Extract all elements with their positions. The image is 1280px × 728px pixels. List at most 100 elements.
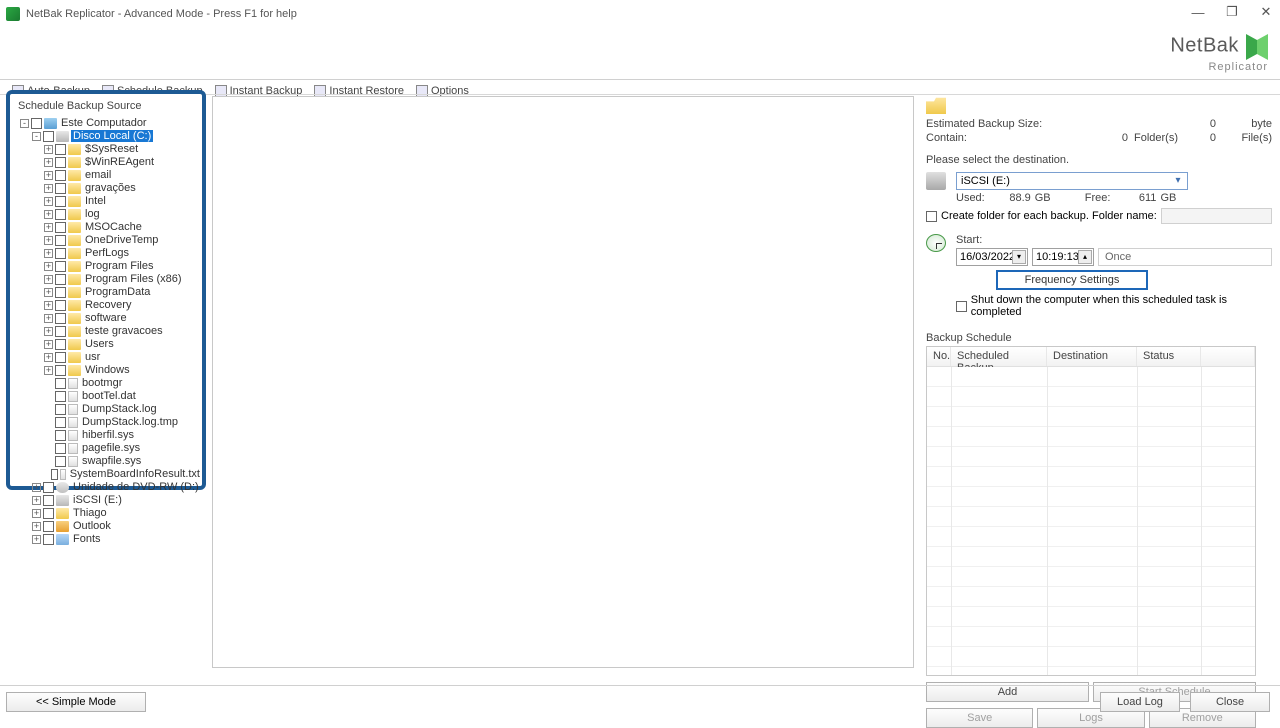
expand-icon[interactable]: +: [32, 496, 41, 505]
tree-checkbox[interactable]: [55, 157, 66, 168]
tree-row[interactable]: SystemBoardInfoResult.txt: [14, 467, 202, 481]
tree-row[interactable]: +teste gravacoes: [14, 324, 202, 338]
tree-row[interactable]: DumpStack.log: [14, 402, 202, 416]
calendar-icon[interactable]: ▾: [1012, 250, 1026, 264]
tree-row[interactable]: +Program Files (x86): [14, 272, 202, 286]
collapse-icon[interactable]: -: [20, 119, 29, 128]
destination-select[interactable]: iSCSI (E:) ▾: [956, 172, 1188, 190]
expand-icon[interactable]: +: [44, 171, 53, 180]
create-folder-checkbox[interactable]: [926, 211, 937, 222]
tree-checkbox[interactable]: [55, 274, 66, 285]
tree-row[interactable]: +Users: [14, 337, 202, 351]
tree-row[interactable]: hiberfil.sys: [14, 428, 202, 442]
tree-row[interactable]: +log: [14, 207, 202, 221]
tree-row[interactable]: +$SysReset: [14, 142, 202, 156]
tree-row[interactable]: +Unidade de DVD-RW (D:): [14, 480, 202, 494]
expand-icon[interactable]: +: [44, 327, 53, 336]
tree-row[interactable]: +email: [14, 168, 202, 182]
tree-checkbox[interactable]: [55, 261, 66, 272]
tree-row[interactable]: DumpStack.log.tmp: [14, 415, 202, 429]
expand-icon[interactable]: +: [44, 197, 53, 206]
tree-checkbox[interactable]: [55, 248, 66, 259]
expand-icon[interactable]: +: [32, 535, 41, 544]
tree-checkbox[interactable]: [55, 287, 66, 298]
expand-icon[interactable]: +: [32, 522, 41, 531]
load-log-button[interactable]: Load Log: [1100, 692, 1180, 712]
tree-checkbox[interactable]: [55, 365, 66, 376]
tree-checkbox[interactable]: [51, 469, 58, 480]
tree-row[interactable]: +Intel: [14, 194, 202, 208]
tree-checkbox[interactable]: [55, 456, 66, 467]
expand-icon[interactable]: +: [44, 158, 53, 167]
tree-row[interactable]: +Recovery: [14, 298, 202, 312]
tree-row[interactable]: +Thiago: [14, 506, 202, 520]
expand-icon[interactable]: +: [44, 275, 53, 284]
tree-checkbox[interactable]: [43, 534, 54, 545]
expand-icon[interactable]: +: [44, 340, 53, 349]
tree-row[interactable]: +MSOCache: [14, 220, 202, 234]
simple-mode-button[interactable]: << Simple Mode: [6, 692, 146, 712]
expand-icon[interactable]: +: [44, 353, 53, 362]
tree-checkbox[interactable]: [55, 144, 66, 155]
tree-checkbox[interactable]: [55, 170, 66, 181]
tree-checkbox[interactable]: [55, 183, 66, 194]
minimize-icon[interactable]: —: [1190, 4, 1206, 20]
tree-row[interactable]: +ProgramData: [14, 285, 202, 299]
tree-checkbox[interactable]: [55, 300, 66, 311]
tree-checkbox[interactable]: [55, 391, 66, 402]
expand-icon[interactable]: +: [44, 223, 53, 232]
folder-name-input[interactable]: [1161, 208, 1272, 224]
tree-checkbox[interactable]: [55, 326, 66, 337]
tree-checkbox[interactable]: [55, 196, 66, 207]
tree-checkbox[interactable]: [55, 352, 66, 363]
tree-row[interactable]: +iSCSI (E:): [14, 493, 202, 507]
tree-row[interactable]: +OneDriveTemp: [14, 233, 202, 247]
start-date-input[interactable]: 16/03/2022▾: [956, 248, 1028, 266]
tree-row[interactable]: bootTel.dat: [14, 389, 202, 403]
close-button[interactable]: Close: [1190, 692, 1270, 712]
expand-icon[interactable]: +: [44, 314, 53, 323]
tree-row[interactable]: +Program Files: [14, 259, 202, 273]
expand-icon[interactable]: +: [44, 210, 53, 219]
tree-checkbox[interactable]: [55, 404, 66, 415]
expand-icon[interactable]: +: [44, 236, 53, 245]
expand-icon[interactable]: +: [44, 145, 53, 154]
tree-row[interactable]: pagefile.sys: [14, 441, 202, 455]
tree-checkbox[interactable]: [43, 508, 54, 519]
tree-row[interactable]: +Outlook: [14, 519, 202, 533]
tree-checkbox[interactable]: [55, 313, 66, 324]
maximize-icon[interactable]: ❐: [1224, 4, 1240, 20]
tree-row[interactable]: +Windows: [14, 363, 202, 377]
spinner-icon[interactable]: ▴: [1078, 250, 1092, 264]
tree-row[interactable]: -Disco Local (C:): [14, 129, 202, 143]
expand-icon[interactable]: +: [44, 184, 53, 193]
tree-row[interactable]: -Este Computador: [14, 116, 202, 130]
tree-row[interactable]: +gravações: [14, 181, 202, 195]
source-tree[interactable]: -Este Computador-Disco Local (C:)+$SysRe…: [10, 116, 202, 545]
tree-row[interactable]: +software: [14, 311, 202, 325]
start-time-input[interactable]: 10:19:13▴: [1032, 248, 1094, 266]
tree-checkbox[interactable]: [43, 482, 54, 493]
tree-row[interactable]: +usr: [14, 350, 202, 364]
tree-checkbox[interactable]: [55, 209, 66, 220]
tree-row[interactable]: +$WinREAgent: [14, 155, 202, 169]
save-button[interactable]: Save: [926, 708, 1033, 728]
close-icon[interactable]: ✕: [1258, 4, 1274, 20]
shutdown-checkbox[interactable]: [956, 301, 967, 312]
tree-row[interactable]: bootmgr: [14, 376, 202, 390]
tree-checkbox[interactable]: [31, 118, 42, 129]
tree-checkbox[interactable]: [55, 222, 66, 233]
backup-schedule-table[interactable]: No. Scheduled Backup Destination Status: [926, 346, 1256, 676]
frequency-settings-button[interactable]: Frequency Settings: [996, 270, 1148, 290]
tree-checkbox[interactable]: [55, 235, 66, 246]
expand-icon[interactable]: +: [44, 301, 53, 310]
tree-checkbox[interactable]: [43, 521, 54, 532]
collapse-icon[interactable]: -: [32, 132, 41, 141]
tree-checkbox[interactable]: [55, 443, 66, 454]
tree-checkbox[interactable]: [55, 378, 66, 389]
tree-row[interactable]: +Fonts: [14, 532, 202, 545]
tree-row[interactable]: +PerfLogs: [14, 246, 202, 260]
tree-row[interactable]: swapfile.sys: [14, 454, 202, 468]
expand-icon[interactable]: +: [44, 288, 53, 297]
expand-icon[interactable]: +: [44, 262, 53, 271]
